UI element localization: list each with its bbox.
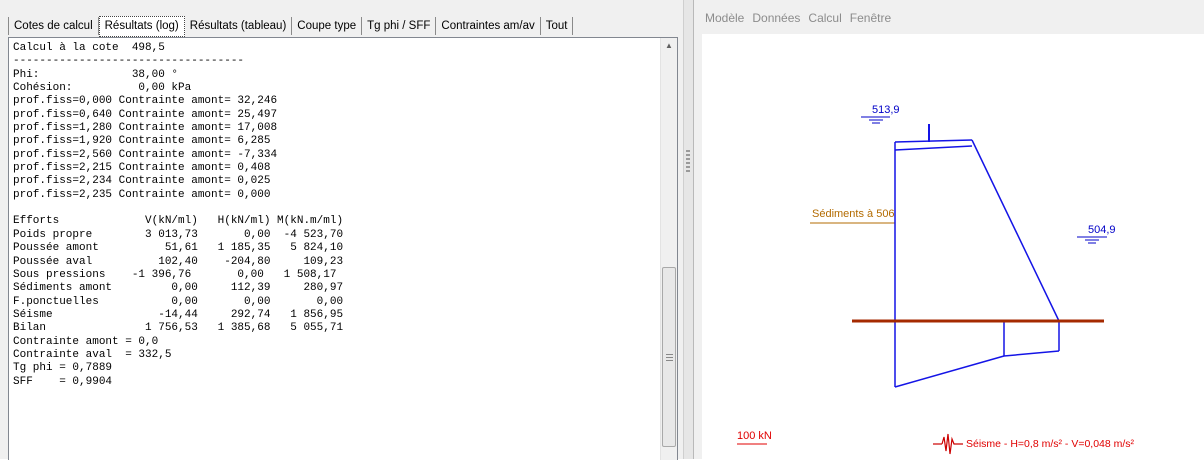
tab-tout[interactable]: Tout — [541, 17, 574, 35]
log-line: Phi: 38,00 ° — [13, 68, 179, 81]
scroll-up-arrow-icon[interactable]: ▲ — [661, 38, 677, 54]
log-line: Contrainte amont = 0,0 — [13, 335, 159, 348]
pane-splitter[interactable] — [683, 0, 694, 459]
menu-modele[interactable]: Modèle — [705, 11, 744, 34]
log-line: prof.fiss=2,215 Contrainte amont= 0,408 — [13, 162, 271, 175]
log-line: prof.fiss=0,000 Contrainte amont= 32,246 — [13, 95, 278, 108]
log-line: prof.fiss=2,560 Contrainte amont= -7,334 — [13, 148, 278, 161]
log-line: SFF = 0,9904 — [13, 375, 113, 388]
sediments-label: Sédiments à 506 — [812, 208, 895, 220]
tab-resultats-tableau[interactable]: Résultats (tableau) — [185, 17, 293, 35]
downstream-level-label: 504,9 — [1088, 224, 1116, 236]
upstream-water-icon — [869, 119, 883, 124]
upstream-level-label: 513,9 — [872, 104, 900, 116]
log-line: prof.fiss=1,280 Contrainte amont= 17,008 — [13, 122, 278, 135]
downstream-water-icon — [1085, 239, 1099, 244]
log-line: Poussée amont 51,61 1 185,35 5 824,10 — [13, 242, 344, 255]
menu-bar: Modèle Données Calcul Fenêtre — [694, 0, 1204, 34]
tab-tg-phi-sff[interactable]: Tg phi / SFF — [362, 17, 437, 35]
tab-contraintes-am-av[interactable]: Contraintes am/av — [436, 17, 541, 35]
grip-icon — [666, 354, 673, 361]
log-line: prof.fiss=0,640 Contrainte amont= 25,497 — [13, 108, 278, 121]
log-line: prof.fiss=2,235 Contrainte amont= 0,000 — [13, 188, 271, 201]
log-textarea[interactable]: Calcul à la cote 498,5 -----------------… — [8, 37, 678, 460]
log-line: Sédiments amont 0,00 112,39 280,97 — [13, 282, 344, 295]
log-line: Séisme -14,44 292,74 1 856,95 — [13, 308, 344, 321]
tab-resultats-log[interactable]: Résultats (log) — [98, 16, 185, 37]
log-line: Bilan 1 756,53 1 385,68 5 055,71 — [13, 322, 344, 335]
log-line: Tg phi = 0,7889 — [13, 362, 113, 375]
tab-coupe-type[interactable]: Coupe type — [292, 17, 363, 35]
splitter-grip-icon — [686, 150, 690, 172]
seismic-label: Séisme - H=0,8 m/s² - V=0,048 m/s² — [966, 438, 1135, 450]
vertical-scrollbar[interactable]: ▲ — [660, 38, 677, 460]
dam-body — [894, 139, 1060, 388]
drawing-panel: Modèle Données Calcul Fenêtre 513,9 Sédi… — [694, 0, 1204, 459]
log-line: Contrainte aval = 332,5 — [13, 348, 172, 361]
log-line: Poussée aval 102,40 -204,80 109,23 — [13, 255, 344, 268]
tab-cotes-de-calcul[interactable]: Cotes de calcul — [8, 17, 99, 35]
menu-fenetre[interactable]: Fenêtre — [850, 11, 891, 34]
log-line: Efforts V(kN/ml) H(kN/ml) M(kN.m/ml) — [13, 215, 344, 228]
dam-cross-section: 513,9 Sédiments à 506 504,9 100 kN Séism… — [737, 104, 1135, 455]
log-line: prof.fiss=1,920 Contrainte amont= 6,285 — [13, 135, 271, 148]
menu-donnees[interactable]: Données — [752, 11, 800, 34]
log-text: Calcul à la cote 498,5 -----------------… — [13, 42, 343, 389]
log-line: Calcul à la cote 498,5 — [13, 42, 165, 54]
seismic-icon — [933, 433, 963, 455]
scroll-thumb[interactable] — [662, 267, 676, 447]
log-line: F.ponctuelles 0,00 0,00 0,00 — [13, 295, 344, 308]
tab-bar: Cotes de calcul Résultats (log) Résultat… — [8, 16, 574, 37]
force-scale-label: 100 kN — [737, 430, 772, 442]
log-line: ----------------------------------- — [13, 55, 245, 68]
log-line: Cohésion: 0,00 kPa — [13, 82, 192, 95]
drawing-canvas[interactable]: 513,9 Sédiments à 506 504,9 100 kN Séism… — [702, 34, 1204, 459]
log-line: prof.fiss=2,234 Contrainte amont= 0,025 — [13, 175, 271, 188]
results-panel: Cotes de calcul Résultats (log) Résultat… — [0, 0, 683, 460]
menu-calcul[interactable]: Calcul — [808, 11, 841, 34]
log-line: Sous pressions -1 396,76 0,00 1 508,17 — [13, 268, 337, 281]
log-line: Poids propre 3 013,73 0,00 -4 523,70 — [13, 228, 344, 241]
